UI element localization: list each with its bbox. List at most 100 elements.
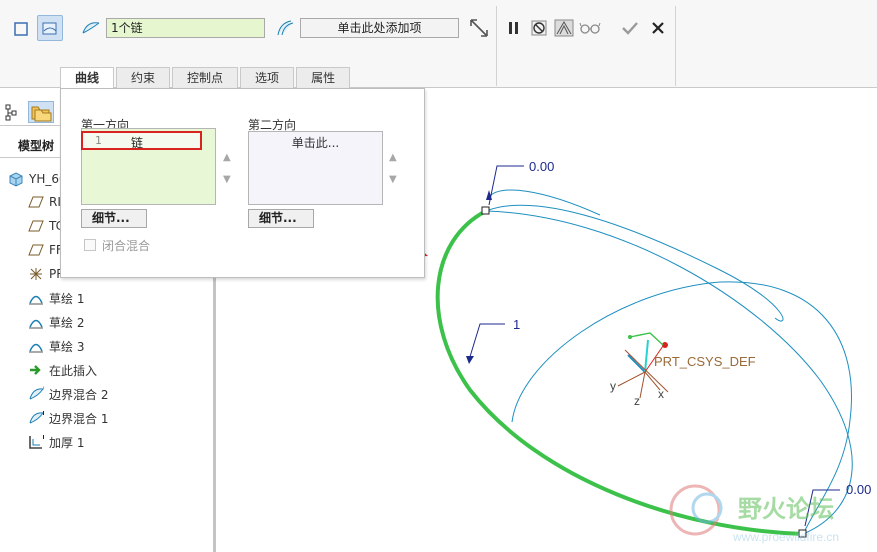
sketch-icon: [28, 290, 44, 306]
sketch-icon: [28, 314, 44, 330]
axis-y-label: y: [610, 379, 616, 393]
geometry-preview-button[interactable]: [551, 15, 577, 41]
tab-curves[interactable]: 曲线: [60, 67, 115, 89]
axis-x-label: x: [658, 387, 664, 401]
close-icon: [652, 22, 664, 34]
datum-plane-icon: [28, 218, 44, 234]
list-item-index: 1: [95, 134, 102, 147]
first-direction-icon-button[interactable]: [78, 15, 104, 41]
second-direction-placeholder: 单击此...: [291, 136, 340, 150]
tree-item-boundary-blend-1[interactable]: 边界混合 1: [28, 409, 108, 427]
tree-item-datum-top[interactable]: TC: [28, 217, 64, 235]
tree-item-label: 边界混合 1: [49, 411, 109, 426]
tree-item-boundary-blend-2[interactable]: 边界混合 2: [28, 385, 108, 403]
datum-plane-icon: [28, 242, 44, 258]
callout-arrow-chain: [466, 356, 474, 364]
tab-constraints[interactable]: 约束: [116, 67, 171, 88]
blend-surface-icon: [82, 22, 100, 34]
pause-button[interactable]: [501, 15, 527, 41]
csys-name-label: PRT_CSYS_DEF: [654, 354, 756, 369]
move-up-button[interactable]: ▲: [223, 152, 231, 163]
tree-item-label: 边界混合 2: [49, 387, 109, 402]
tree-item-label: 草绘 1: [49, 291, 85, 306]
toolbar-separator: [496, 6, 497, 86]
watermark-url: www.proewildfire.cn: [732, 530, 839, 544]
tree-item-sketch-3[interactable]: 草绘 3: [28, 337, 84, 355]
tab-divider: [0, 125, 60, 126]
value-label-top[interactable]: 0.00: [529, 159, 554, 174]
pause-icon: [509, 22, 518, 34]
datum-plane-icon: [28, 194, 44, 210]
tree-item-label: 草绘 2: [49, 315, 85, 330]
second-direction-list[interactable]: 单击此...: [248, 131, 383, 205]
model-tree-title: 模型树: [18, 139, 55, 153]
tab-folder-browser[interactable]: [28, 101, 54, 123]
tab-options[interactable]: 选项: [240, 67, 295, 88]
first-direction-list-item[interactable]: 1 链: [81, 131, 202, 150]
tree-item-datum-right[interactable]: RI: [28, 193, 61, 211]
boundary-blend-icon: [28, 386, 44, 402]
dashboard-tabs: 曲线 约束 控制点 选项 属性: [60, 67, 352, 89]
tree-item-datum-front[interactable]: FF: [28, 241, 63, 259]
coordinate-system: PRT_CSYS_DEF y x z: [610, 332, 756, 408]
app-window: 1个链 单击此处添加项 曲线 约束 控制点 选项 属性 模型树 YH_60 RI…: [0, 0, 877, 552]
second-details-button[interactable]: 细节...: [248, 209, 314, 228]
first-details-button[interactable]: 细节...: [81, 209, 147, 228]
wire-curve-right: [485, 210, 853, 535]
tree-icon: [5, 104, 17, 121]
glasses-icon: [579, 22, 601, 34]
title-divider: [0, 157, 60, 158]
watermark: 野火论坛 www.proewildfire.cn: [669, 484, 839, 544]
list-item-label: 链: [131, 136, 144, 150]
watermark-title: 野火论坛: [738, 495, 834, 523]
second-direction-icon-button[interactable]: [272, 15, 298, 41]
surface-mode-button[interactable]: [37, 15, 63, 41]
no-preview-button[interactable]: [526, 15, 552, 41]
tab-control-points[interactable]: 控制点: [172, 67, 239, 88]
vertex-top[interactable]: [481, 206, 490, 215]
cancel-circle-icon: [531, 20, 547, 36]
triangle-down-icon: ▼: [389, 174, 397, 185]
diagonal-arrows-icon: [470, 19, 488, 37]
tree-item-sketch-2[interactable]: 草绘 2: [28, 313, 84, 331]
verify-preview-button[interactable]: [577, 15, 603, 41]
axis-z-label: z: [634, 394, 640, 408]
tree-item-label: 草绘 3: [49, 339, 85, 354]
first-direction-chain-field[interactable]: 1个链: [106, 18, 265, 38]
tree-item-sketch-1[interactable]: 草绘 1: [28, 289, 84, 307]
preview-mesh-icon: [554, 19, 574, 37]
chain-number-label[interactable]: 1: [513, 317, 520, 332]
toolbar-separator: [675, 6, 676, 86]
navigator-tabs: [0, 101, 62, 123]
surface-icon: [42, 22, 57, 35]
close-blend-label: 闭合混合: [102, 239, 151, 253]
curves-panel: 第一方向 第二方向 1 链 ▲ ▼ 单击此... ▲ ▼ 细节... 细节...…: [60, 88, 425, 278]
close-blend-checkbox[interactable]: [84, 239, 96, 251]
tab-model-tree[interactable]: [2, 101, 24, 123]
tree-item-insert-here[interactable]: 在此插入: [28, 361, 97, 379]
cancel-button[interactable]: [645, 15, 671, 41]
move-up-button-2[interactable]: ▲: [389, 152, 397, 163]
thicken-icon: [28, 434, 44, 450]
csys-icon: [28, 266, 44, 282]
selected-chain-curve[interactable]: [435, 209, 804, 536]
move-down-button-2[interactable]: ▼: [389, 174, 397, 185]
triangle-up-icon: ▲: [223, 152, 231, 163]
value-label-right[interactable]: 0.00: [846, 482, 871, 497]
part-icon: [8, 171, 24, 187]
square-icon: [14, 22, 28, 36]
wire-curve-cap: [489, 189, 601, 216]
apply-button[interactable]: [617, 15, 643, 41]
second-direction-add-field[interactable]: 单击此处添加项: [300, 18, 459, 38]
boundary-blend-icon: [28, 410, 44, 426]
sketch-icon: [28, 338, 44, 354]
tree-item-label: 在此插入: [49, 363, 98, 378]
tree-item-label: 加厚 1: [49, 435, 85, 450]
callout-leader-chain: [468, 323, 505, 361]
tree-item-thicken-1[interactable]: 加厚 1: [28, 433, 84, 451]
tab-properties[interactable]: 属性: [296, 67, 351, 88]
curve-mode-button[interactable]: [8, 16, 34, 42]
move-down-button[interactable]: ▼: [223, 174, 231, 185]
tree-item-root[interactable]: YH_60: [8, 170, 67, 188]
flip-direction-button[interactable]: [466, 15, 492, 41]
